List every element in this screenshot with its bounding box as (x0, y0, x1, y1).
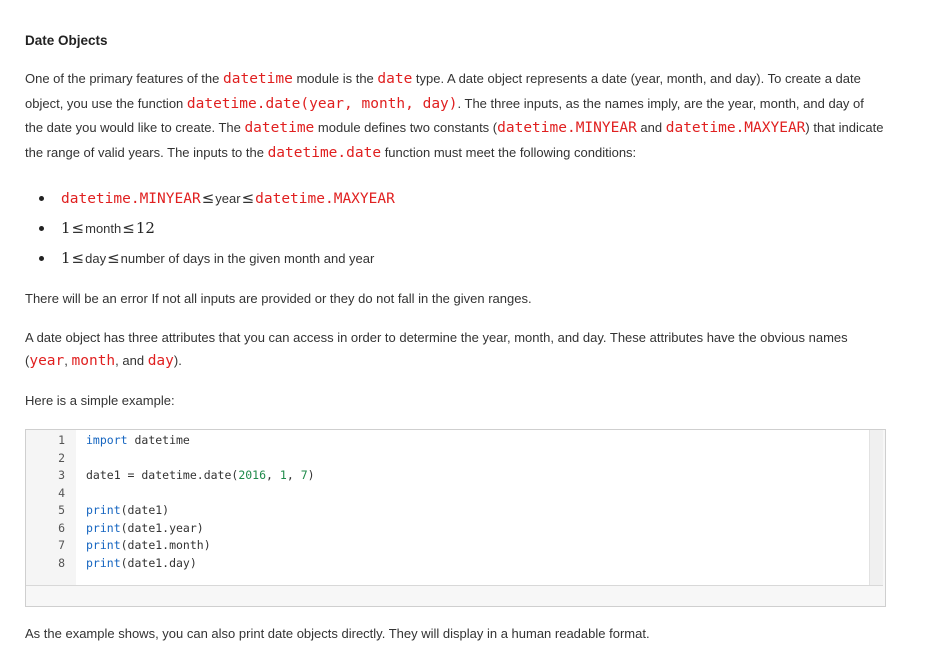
intro-text-6: and (636, 120, 666, 135)
condition-year-min: datetime.MINYEAR (61, 191, 201, 207)
keyword-print: print (86, 538, 121, 552)
line-number: 6 (58, 520, 65, 535)
code-token: (date1.month) (120, 538, 211, 552)
keyword-print: print (86, 555, 121, 570)
intro-paragraph: One of the primary features of the datet… (25, 67, 885, 165)
code-text: print(date1.day) (86, 555, 197, 573)
line-number: 2 (58, 450, 65, 465)
line-number: 8 (58, 555, 65, 570)
attrs-separator: , (64, 353, 72, 368)
condition-year-var: year (215, 191, 241, 206)
intro-text-8: function must meet the following conditi… (381, 144, 637, 160)
inline-code-month: month (71, 353, 116, 369)
inline-code-datetime-2: datetime (244, 120, 315, 136)
attrs-text-3: ). (173, 353, 182, 368)
inline-code-date-function: datetime.date(year, month, day) (186, 95, 458, 112)
code-text: print(date1.year) (86, 520, 204, 538)
condition-month: 1≤month≤12 (37, 213, 885, 243)
keyword-import: import (86, 433, 128, 447)
line-number: 7 (58, 538, 65, 552)
error-paragraph: There will be an error If not all inputs… (25, 291, 532, 306)
example-intro: Here is a simple example: (25, 392, 175, 408)
code-text: import datetime (86, 432, 190, 450)
condition-month-min: 1 (61, 219, 71, 237)
inline-code-maxyear: datetime.MAXYEAR (665, 120, 806, 136)
intro-text-5: module defines two constants ( (314, 120, 498, 135)
code-editor[interactable]: 1 import datetime 2 3 date1 = datetime.d… (25, 429, 886, 607)
inline-code-day: day (147, 353, 174, 369)
number-literal: 1 (279, 468, 287, 482)
intro-text-1: One of the primary features of the (25, 71, 223, 86)
vertical-scrollbar[interactable] (869, 430, 883, 585)
code-token: , (266, 468, 280, 482)
code-area[interactable]: 1 import datetime 2 3 date1 = datetime.d… (26, 430, 883, 586)
line-number: 3 (58, 468, 65, 482)
condition-day-var: day (85, 251, 107, 266)
le-symbol: ≤ (241, 189, 255, 207)
le-symbol: ≤ (107, 249, 120, 267)
line-number-gutter (26, 430, 76, 585)
code-text: print(date1.month) (86, 537, 211, 555)
closing-paragraph: As the example shows, you can also print… (25, 626, 650, 641)
inline-code-datetime-date: datetime.date (267, 144, 382, 161)
inline-code-date: date (377, 71, 413, 87)
condition-day-max: number of days in the given month and ye… (120, 251, 375, 266)
line-number: 1 (58, 433, 65, 447)
inline-code-minyear: datetime.MINYEAR (497, 120, 637, 136)
attrs-text-2: , and (115, 353, 148, 368)
code-text: date1 = datetime.date(2016, 1, 7) (86, 467, 315, 485)
keyword-print: print (86, 520, 121, 535)
condition-year-max: datetime.MAXYEAR (255, 191, 395, 207)
code-token: ) (307, 468, 315, 482)
le-symbol: ≤ (201, 189, 215, 207)
le-symbol: ≤ (71, 219, 85, 237)
code-token: , (286, 468, 301, 482)
inline-code-year: year (29, 353, 65, 369)
code-token: (date1) (120, 503, 170, 517)
keyword-print: print (86, 503, 121, 517)
attributes-paragraph: A date object has three attributes that … (25, 326, 885, 374)
article: Date Objects One of the primary features… (0, 0, 886, 646)
code-token: (date1.day) (120, 555, 197, 570)
intro-text-2: module is the (292, 71, 378, 86)
number-literal: 2016 (238, 468, 267, 482)
le-symbol: ≤ (122, 219, 135, 237)
le-symbol: ≤ (71, 249, 85, 267)
condition-day: 1≤day≤number of days in the given month … (37, 243, 885, 273)
code-token: date1 = datetime.date( (86, 468, 239, 482)
code-text: print(date1) (86, 502, 169, 520)
code-token: (date1.year) (120, 520, 204, 535)
line-number: 5 (58, 503, 65, 517)
condition-year: datetime.MINYEAR≤year≤datetime.MAXYEAR (37, 183, 885, 213)
condition-month-var: month (85, 221, 122, 236)
code-token: datetime (127, 433, 190, 447)
conditions-list: datetime.MINYEAR≤year≤datetime.MAXYEAR 1… (25, 183, 885, 273)
line-number: 4 (58, 485, 65, 500)
condition-day-min: 1 (61, 249, 71, 267)
section-heading: Date Objects (25, 33, 108, 48)
condition-month-max: 12 (135, 219, 155, 237)
inline-code-datetime: datetime (223, 71, 293, 87)
number-literal: 7 (300, 468, 308, 482)
